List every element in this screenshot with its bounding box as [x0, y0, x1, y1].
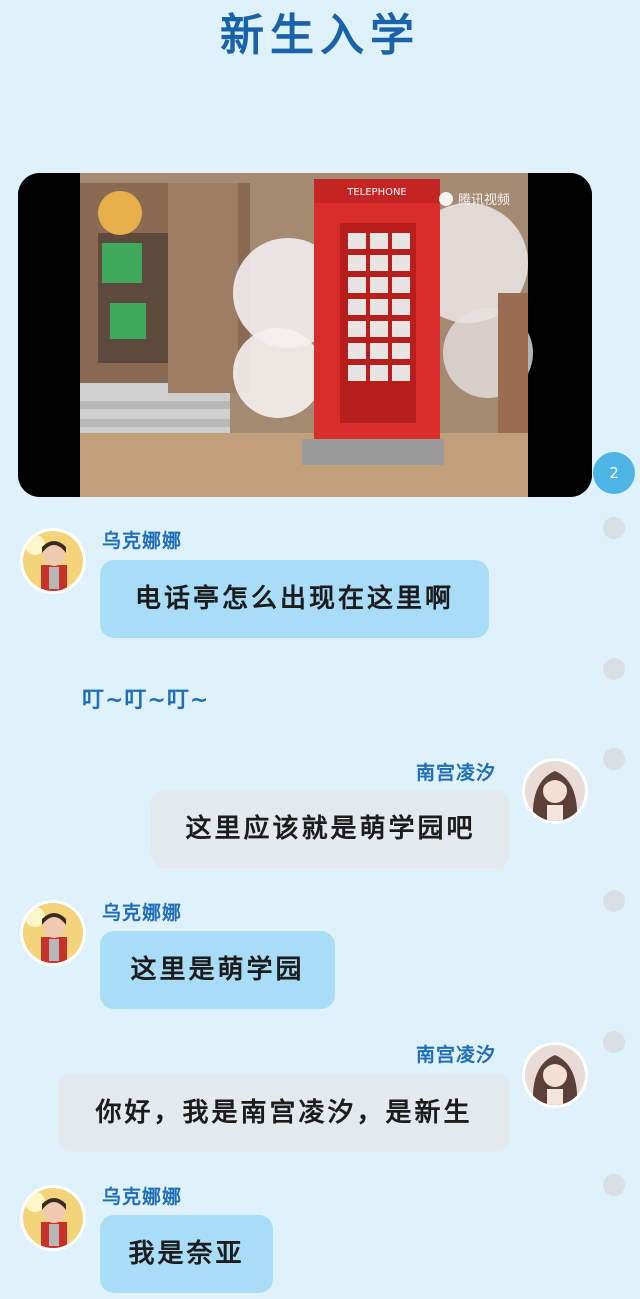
message-bubble[interactable]: 这里应该就是萌学园吧	[151, 790, 510, 868]
status-dot	[603, 1174, 625, 1196]
sender-name: 乌克娜娜	[102, 530, 183, 552]
sender-name: 乌克娜娜	[102, 902, 183, 924]
message-bubble[interactable]: 我是奈亚	[100, 1215, 273, 1293]
avatar-image	[23, 531, 83, 591]
message-bubble[interactable]: 你好，我是南宫凌汐，是新生	[58, 1074, 510, 1152]
sender-name: 南宫凌汐	[416, 762, 497, 784]
status-dot	[603, 658, 625, 680]
avatar[interactable]	[20, 1185, 86, 1251]
avatar-image	[23, 1188, 83, 1248]
sender-name: 乌克娜娜	[102, 1186, 183, 1208]
status-dot	[603, 517, 625, 539]
system-message: 叮~叮~叮~	[82, 688, 210, 713]
status-dot	[603, 890, 625, 912]
video-frame-image: TELEPHONE 腾讯视频	[18, 173, 592, 497]
message-bubble[interactable]: 这里是萌学园	[100, 931, 335, 1009]
status-dot	[603, 1031, 625, 1053]
page-title: 新生入学	[220, 10, 420, 61]
avatar-image	[525, 761, 585, 821]
avatar[interactable]	[20, 528, 86, 594]
video-player[interactable]: TELEPHONE 腾讯视频	[18, 173, 592, 497]
avatar[interactable]	[522, 1042, 588, 1108]
booth-sign: TELEPHONE	[346, 187, 407, 198]
sender-name: 南宫凌汐	[416, 1044, 497, 1066]
status-dot	[603, 748, 625, 770]
message-bubble[interactable]: 电话亭怎么出现在这里啊	[100, 560, 489, 638]
avatar-image	[525, 1045, 585, 1105]
avatar[interactable]	[20, 900, 86, 966]
video-watermark: 腾讯视频	[458, 192, 510, 208]
avatar[interactable]	[522, 758, 588, 824]
unread-badge[interactable]: 2	[593, 452, 635, 494]
avatar-image	[23, 903, 83, 963]
